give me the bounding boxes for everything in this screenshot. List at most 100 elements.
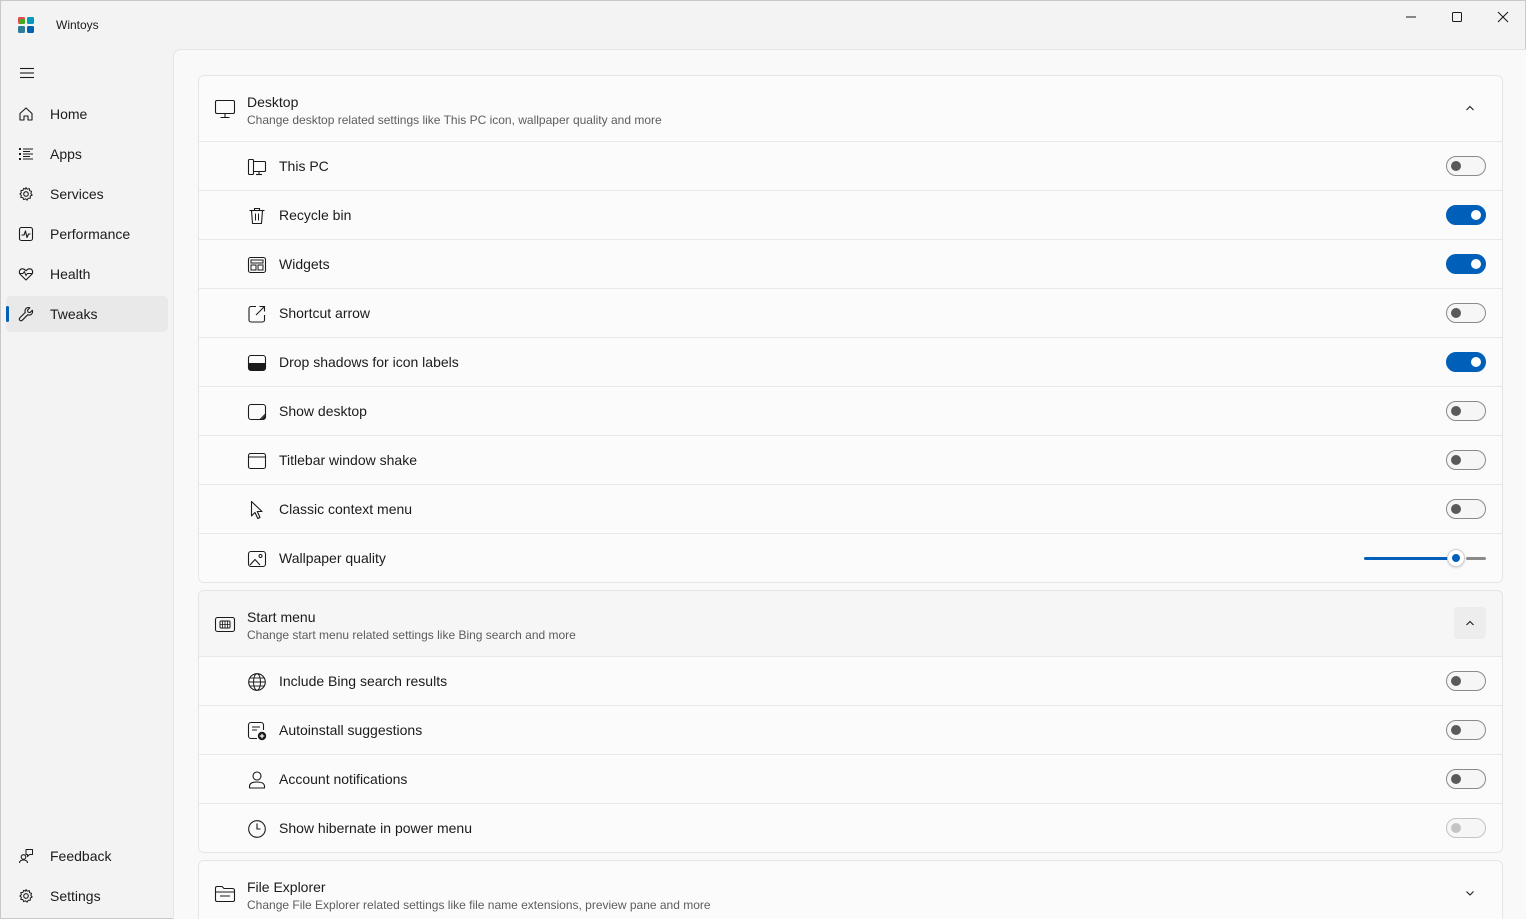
desktop-group-header[interactable]: Desktop Change desktop related settings … <box>199 76 1502 141</box>
setting-label: Widgets <box>279 256 330 272</box>
chevron-up-icon <box>1466 620 1474 626</box>
services-gear-icon <box>19 187 33 201</box>
close-button[interactable] <box>1480 1 1526 33</box>
setting-label: Titlebar window shake <box>279 452 417 468</box>
show-hibernate-toggle[interactable] <box>1446 818 1486 838</box>
image-icon <box>247 550 267 568</box>
setting-label: This PC <box>279 158 329 174</box>
setting-row-titlebar-shake: Titlebar window shake <box>199 435 1502 484</box>
minimize-button[interactable] <box>1388 1 1434 33</box>
clock-icon <box>248 820 266 838</box>
sidebar-item-settings[interactable]: Settings <box>6 878 168 914</box>
sidebar-item-label: Feedback <box>50 848 112 864</box>
file-explorer-settings-group: File Explorer Change File Explorer relat… <box>198 860 1503 919</box>
show-desktop-icon <box>247 403 267 421</box>
account-notifications-toggle[interactable] <box>1446 769 1486 789</box>
monitor-icon <box>214 99 236 119</box>
hamburger-icon <box>20 67 34 79</box>
file-explorer-group-title: File Explorer <box>247 879 326 895</box>
sidebar-item-apps[interactable]: Apps <box>6 136 168 172</box>
this-pc-toggle[interactable] <box>1446 156 1486 176</box>
heart-pulse-icon <box>18 268 34 281</box>
setting-label: Shortcut arrow <box>279 305 371 321</box>
setting-row-widgets: Widgets <box>199 239 1502 288</box>
slider-thumb[interactable] <box>1447 549 1465 567</box>
setting-row-autoinstall-suggestions: Autoinstall suggestions <box>199 705 1502 754</box>
start-menu-group-description: Change start menu related settings like … <box>247 628 576 642</box>
file-explorer-group-description: Change File Explorer related settings li… <box>247 898 711 912</box>
cursor-icon <box>250 500 263 520</box>
file-explorer-expand-button[interactable] <box>1454 877 1486 909</box>
this-pc-icon <box>247 158 267 176</box>
desktop-group-title: Desktop <box>247 94 299 110</box>
home-icon <box>19 107 33 121</box>
drop-shadows-toggle[interactable] <box>1446 352 1486 372</box>
sidebar-item-label: Tweaks <box>50 306 98 322</box>
desktop-collapse-button[interactable] <box>1454 92 1486 124</box>
hamburger-menu-button[interactable] <box>11 59 43 87</box>
app-add-icon <box>247 721 267 741</box>
start-menu-collapse-button[interactable] <box>1454 607 1486 639</box>
sidebar-item-tweaks[interactable]: Tweaks <box>6 296 168 332</box>
sidebar-item-health[interactable]: Health <box>6 256 168 292</box>
sidebar-item-label: Settings <box>50 888 101 904</box>
autoinstall-suggestions-toggle[interactable] <box>1446 720 1486 740</box>
start-menu-group-title: Start menu <box>247 609 316 625</box>
classic-context-menu-toggle[interactable] <box>1446 499 1486 519</box>
start-menu-group-header[interactable]: Start menu Change start menu related set… <box>199 591 1502 656</box>
setting-label: Show desktop <box>279 403 367 419</box>
file-explorer-group-header[interactable]: File Explorer Change File Explorer relat… <box>199 861 1502 919</box>
person-icon <box>248 771 266 789</box>
setting-row-shortcut-arrow: Shortcut arrow <box>199 288 1502 337</box>
window-icon <box>247 452 267 470</box>
setting-row-drop-shadows: Drop shadows for icon labels <box>199 337 1502 386</box>
sidebar-item-home[interactable]: Home <box>6 96 168 132</box>
app-logo-icon <box>18 17 34 33</box>
setting-row-show-hibernate: Show hibernate in power menu <box>199 803 1502 852</box>
close-icon <box>1497 11 1509 23</box>
title-bar[interactable]: Wintoys <box>1 1 1525 49</box>
chevron-up-icon <box>1466 105 1474 111</box>
shortcut-arrow-toggle[interactable] <box>1446 303 1486 323</box>
setting-label: Drop shadows for icon labels <box>279 354 459 370</box>
sidebar-item-label: Services <box>50 186 104 202</box>
setting-row-recycle-bin: Recycle bin <box>199 190 1502 239</box>
app-window: Wintoys Home Apps Services Performance H… <box>0 0 1526 919</box>
show-desktop-toggle[interactable] <box>1446 401 1486 421</box>
recycle-bin-toggle[interactable] <box>1446 205 1486 225</box>
minimize-icon <box>1406 16 1416 18</box>
performance-chart-icon <box>18 226 34 242</box>
sidebar-item-label: Apps <box>50 146 82 162</box>
desktop-settings-group: Desktop Change desktop related settings … <box>198 75 1503 583</box>
drop-shadow-icon <box>247 354 267 372</box>
wallpaper-quality-slider[interactable] <box>1364 548 1486 568</box>
sidebar-item-feedback[interactable]: Feedback <box>6 838 168 874</box>
shortcut-arrow-icon <box>248 305 266 323</box>
setting-row-wallpaper-quality: Wallpaper quality <box>199 533 1502 582</box>
recycle-bin-icon <box>249 207 265 225</box>
widgets-toggle[interactable] <box>1446 254 1486 274</box>
settings-gear-icon <box>19 889 33 903</box>
sidebar-item-performance[interactable]: Performance <box>6 216 168 252</box>
setting-label: Account notifications <box>279 771 408 787</box>
titlebar-shake-toggle[interactable] <box>1446 450 1486 470</box>
setting-label: Wallpaper quality <box>279 550 386 566</box>
slider-track-filled <box>1364 557 1451 560</box>
setting-row-show-desktop: Show desktop <box>199 386 1502 435</box>
wrench-icon <box>18 306 34 322</box>
chevron-down-icon <box>1466 891 1474 896</box>
setting-label: Recycle bin <box>279 207 352 223</box>
maximize-button[interactable] <box>1434 1 1480 33</box>
bing-search-toggle[interactable] <box>1446 671 1486 691</box>
desktop-group-description: Change desktop related settings like Thi… <box>247 113 662 127</box>
start-menu-settings-group: Start menu Change start menu related set… <box>198 590 1503 853</box>
setting-row-this-pc: This PC <box>199 141 1502 190</box>
widgets-icon <box>247 256 267 274</box>
start-menu-icon <box>214 616 236 633</box>
slider-track-rest <box>1466 557 1486 560</box>
sidebar-item-label: Health <box>50 266 91 282</box>
app-title: Wintoys <box>56 18 99 32</box>
sidebar-item-services[interactable]: Services <box>6 176 168 212</box>
setting-label: Classic context menu <box>279 501 413 517</box>
main-content[interactable]: Desktop Change desktop related settings … <box>173 49 1526 919</box>
